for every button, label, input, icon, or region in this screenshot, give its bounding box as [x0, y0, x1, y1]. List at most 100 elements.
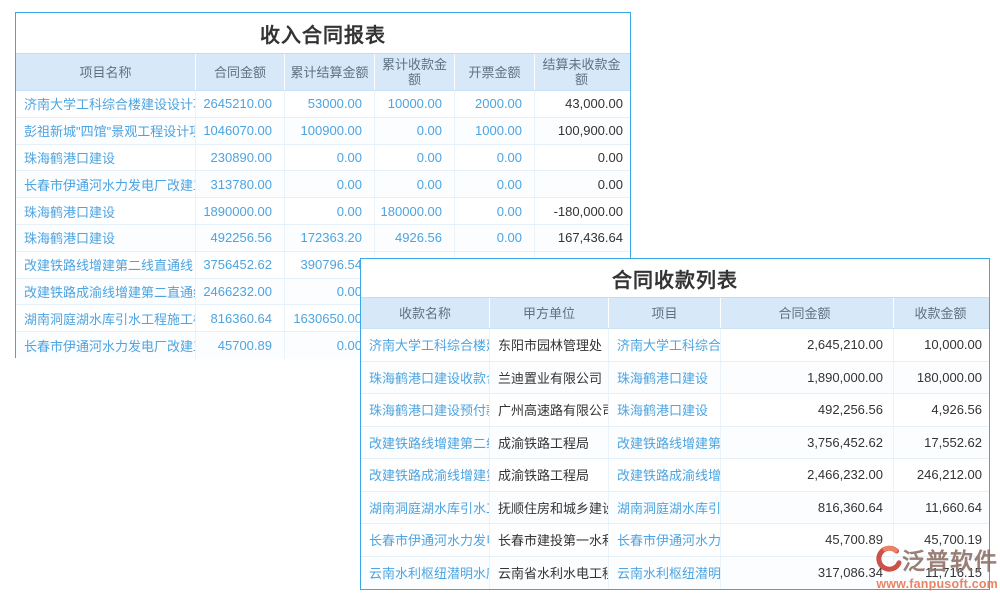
table-row: 长春市伊通河水力发电厂改建工程313780.000.000.000.000.00 — [16, 171, 630, 198]
table-cell-link[interactable]: 珠海鹤港口建设 — [16, 198, 196, 224]
table-row: 济南大学工科综合楼建设设计项目2645210.0053000.0010000.0… — [16, 91, 630, 118]
table-cell-link[interactable]: 湖南洞庭湖水库引水... — [609, 492, 721, 524]
table-cell-link[interactable]: 180000.00 — [375, 198, 455, 224]
table-cell-link[interactable]: 172363.20 — [285, 225, 375, 251]
column-header: 累计结算金额 — [285, 54, 375, 90]
table-cell-link[interactable]: 珠海鹤港口建设 — [609, 362, 721, 394]
table-cell-link[interactable]: 改建铁路线增建第二... — [609, 427, 721, 459]
table-cell: 246,212.00 — [894, 459, 989, 491]
table-cell: 1,890,000.00 — [721, 362, 894, 394]
table-row: 珠海鹤港口建设492256.56172363.204926.560.00167,… — [16, 225, 630, 252]
table-cell-link[interactable]: 100900.00 — [285, 118, 375, 144]
table-cell-link[interactable]: 改建铁路成渝线增建第二直通线 — [16, 279, 196, 305]
table-cell-link[interactable]: 珠海鹤港口建设 — [609, 394, 721, 426]
table-cell-link[interactable]: 4926.56 — [375, 225, 455, 251]
table-row: 长春市伊通河水力发电...长春市建投第一水利...长春市伊通河水力发...45,… — [361, 524, 989, 557]
column-header: 开票金额 — [455, 54, 535, 90]
table-cell-link[interactable]: 珠海鹤港口建设预付款 — [361, 394, 490, 426]
table-cell-link[interactable]: 湖南洞庭湖水库引水工程施工标 — [16, 305, 196, 331]
table-cell: 抚顺住房和城乡建设局 — [490, 492, 609, 524]
page: 收入合同报表 项目名称合同金额累计结算金额累计收款金额开票金额结算未收款金额 济… — [0, 0, 1000, 600]
table-cell: 2,466,232.00 — [721, 459, 894, 491]
table-cell-link[interactable]: 长春市伊通河水力发电厂改建工程 — [16, 171, 196, 197]
table-cell: 广州高速路有限公司 — [490, 394, 609, 426]
report-table-title: 收入合同报表 — [16, 13, 630, 53]
column-header: 收款金额 — [894, 298, 989, 328]
table-cell-link[interactable]: 0.00 — [285, 198, 375, 224]
table-cell: 43,000.00 — [535, 91, 630, 117]
column-header: 收款名称 — [361, 298, 490, 328]
table-cell-link[interactable]: 0.00 — [455, 198, 535, 224]
table-cell-link[interactable]: 0.00 — [455, 225, 535, 251]
table-cell-link[interactable]: 492256.56 — [196, 225, 285, 251]
table-row: 济南大学工科综合楼建...东阳市园林管理处济南大学工科综合楼...2,645,2… — [361, 329, 989, 362]
table-cell-link[interactable]: 改建铁路成渝线增建... — [609, 459, 721, 491]
table-row: 改建铁路成渝线增建第...成渝铁路工程局改建铁路成渝线增建...2,466,23… — [361, 459, 989, 492]
table-cell-link[interactable]: 改建铁路成渝线增建第... — [361, 459, 490, 491]
table-cell-link[interactable]: 0.00 — [455, 145, 535, 171]
table-cell-link[interactable]: 0.00 — [375, 171, 455, 197]
table-cell-link[interactable]: 2645210.00 — [196, 91, 285, 117]
table-cell-link[interactable]: 云南水利枢纽潜明水... — [609, 557, 721, 590]
table-cell: 3,756,452.62 — [721, 427, 894, 459]
table-cell: 45,700.19 — [894, 524, 989, 556]
table-row: 珠海鹤港口建设230890.000.000.000.000.00 — [16, 145, 630, 172]
table-cell-link[interactable]: 3756452.62 — [196, 252, 285, 278]
column-header: 项目 — [609, 298, 721, 328]
table-cell-link[interactable]: 彭祖新城"四馆"景观工程设计项目 — [16, 118, 196, 144]
table-cell: 云南省水利水电工程... — [490, 557, 609, 590]
table-cell: 816,360.64 — [721, 492, 894, 524]
collection-table-header-row: 收款名称甲方单位项目合同金额收款金额 — [361, 297, 989, 329]
table-cell-link[interactable]: 长春市伊通河水力发... — [609, 524, 721, 556]
table-cell-link[interactable]: 45700.89 — [196, 332, 285, 359]
table-cell: 东阳市园林管理处 — [490, 329, 609, 361]
table-cell-link[interactable]: 珠海鹤港口建设 — [16, 145, 196, 171]
table-cell-link[interactable]: 0.00 — [455, 171, 535, 197]
table-cell: 4,926.56 — [894, 394, 989, 426]
table-cell-link[interactable]: 1890000.00 — [196, 198, 285, 224]
table-cell: 长春市建投第一水利... — [490, 524, 609, 556]
column-header: 累计收款金额 — [375, 54, 455, 90]
column-header: 结算未收款金额 — [535, 54, 630, 90]
table-cell-link[interactable]: 2000.00 — [455, 91, 535, 117]
table-row: 改建铁路线增建第二线...成渝铁路工程局改建铁路线增建第二...3,756,45… — [361, 427, 989, 460]
table-row: 珠海鹤港口建设预付款广州高速路有限公司珠海鹤港口建设492,256.564,92… — [361, 394, 989, 427]
table-cell-link[interactable]: 改建铁路线增建第二线直通线 — [16, 252, 196, 278]
table-cell-link[interactable]: 816360.64 — [196, 305, 285, 331]
table-cell: 成渝铁路工程局 — [490, 427, 609, 459]
table-cell-link[interactable]: 53000.00 — [285, 91, 375, 117]
table-cell: 0.00 — [535, 145, 630, 171]
table-row: 湖南洞庭湖水库引水工...抚顺住房和城乡建设局湖南洞庭湖水库引水...816,3… — [361, 492, 989, 525]
table-row: 珠海鹤港口建设收款合同兰迪置业有限公司珠海鹤港口建设1,890,000.0018… — [361, 362, 989, 395]
table-cell-link[interactable]: 改建铁路线增建第二线... — [361, 427, 490, 459]
table-cell-link[interactable]: 济南大学工科综合楼建设设计项目 — [16, 91, 196, 117]
table-cell-link[interactable]: 0.00 — [375, 118, 455, 144]
table-cell-link[interactable]: 2466232.00 — [196, 279, 285, 305]
table-row: 云南水利枢纽潜明水库...云南省水利水电工程...云南水利枢纽潜明水...317… — [361, 557, 989, 590]
table-cell-link[interactable]: 珠海鹤港口建设收款合同 — [361, 362, 490, 394]
table-cell-link[interactable]: 1000.00 — [455, 118, 535, 144]
table-cell-link[interactable]: 0.00 — [285, 145, 375, 171]
table-cell-link[interactable]: 珠海鹤港口建设 — [16, 225, 196, 251]
table-cell-link[interactable]: 0.00 — [285, 171, 375, 197]
table-cell-link[interactable]: 长春市伊通河水力发电... — [361, 524, 490, 556]
table-cell-link[interactable]: 230890.00 — [196, 145, 285, 171]
table-cell-link[interactable]: 长春市伊通河水力发电厂改建工程 — [16, 332, 196, 359]
table-cell-link[interactable]: 10000.00 — [375, 91, 455, 117]
table-cell: 45,700.89 — [721, 524, 894, 556]
table-cell: 11,716.15 — [894, 557, 989, 590]
column-header: 项目名称 — [16, 54, 196, 90]
table-cell: 11,660.64 — [894, 492, 989, 524]
table-cell: 180,000.00 — [894, 362, 989, 394]
column-header: 甲方单位 — [490, 298, 609, 328]
table-cell-link[interactable]: 济南大学工科综合楼... — [609, 329, 721, 361]
table-cell: 10,000.00 — [894, 329, 989, 361]
table-row: 珠海鹤港口建设1890000.000.00180000.000.00-180,0… — [16, 198, 630, 225]
table-cell-link[interactable]: 湖南洞庭湖水库引水工... — [361, 492, 490, 524]
table-cell-link[interactable]: 313780.00 — [196, 171, 285, 197]
table-cell-link[interactable]: 济南大学工科综合楼建... — [361, 329, 490, 361]
table-cell-link[interactable]: 1046070.00 — [196, 118, 285, 144]
table-cell-link[interactable]: 云南水利枢纽潜明水库... — [361, 557, 490, 590]
table-cell-link[interactable]: 0.00 — [375, 145, 455, 171]
table-cell: 成渝铁路工程局 — [490, 459, 609, 491]
